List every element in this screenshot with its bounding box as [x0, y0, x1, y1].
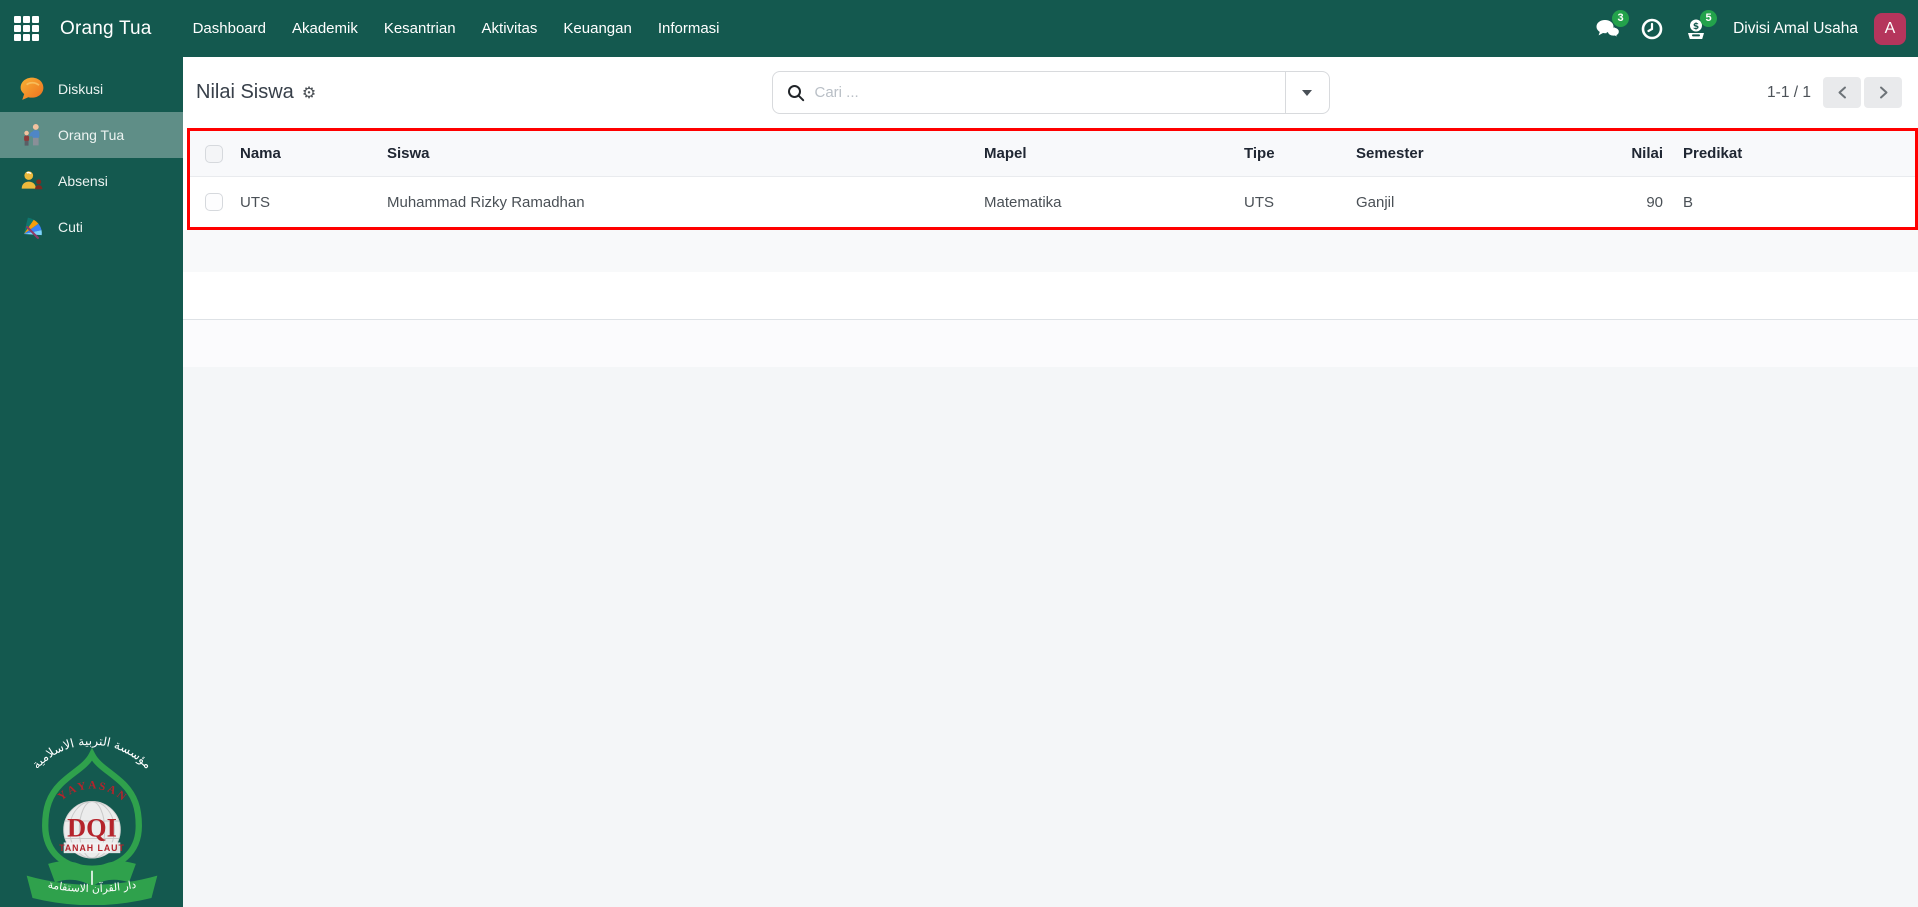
apps-grid-icon[interactable]	[14, 15, 40, 42]
sidebar-item-cuti[interactable]: Cuti	[0, 204, 183, 250]
menu-item-dashboard[interactable]: Dashboard	[180, 0, 279, 57]
column-header-nilai[interactable]: Nilai	[1496, 145, 1663, 162]
sidebar-item-absensi[interactable]: Absensi	[0, 158, 183, 204]
pager-value: 1-1 / 1	[1767, 83, 1811, 101]
chevron-left-icon	[1838, 86, 1846, 99]
column-header-siswa[interactable]: Siswa	[387, 145, 984, 162]
chevron-down-icon	[1302, 89, 1312, 96]
empty-row-stripe	[183, 230, 1918, 272]
cell-tipe[interactable]: UTS	[1244, 194, 1356, 211]
discuss-icon	[20, 77, 44, 100]
cell-nilai[interactable]: 90	[1496, 194, 1663, 211]
row-checkbox[interactable]	[205, 193, 223, 211]
user-menu[interactable]: Divisi Amal Usaha	[1733, 20, 1858, 38]
records-table-highlight: Nama Siswa Mapel Tipe Semester Nilai Pre…	[187, 128, 1918, 230]
svg-text:$: $	[1693, 22, 1699, 32]
sidebar-item-label: Orang Tua	[58, 127, 125, 143]
svg-text:Y A Y A S A N: Y A Y A S A N	[55, 780, 127, 803]
next-page-button[interactable]	[1864, 77, 1902, 108]
column-header-mapel[interactable]: Mapel	[984, 145, 1244, 162]
org-logo: مؤسسة التربية الاسلامية Y A Y A S A N DQ…	[0, 735, 183, 907]
money-activity-icon[interactable]: $ 5	[1679, 9, 1718, 46]
cell-nama[interactable]: UTS	[240, 194, 387, 211]
column-header-tipe[interactable]: Tipe	[1244, 145, 1356, 162]
control-panel: Nilai Siswa ⚙︎ 1-1 / 1	[183, 57, 1918, 128]
clock-icon[interactable]	[1635, 12, 1669, 46]
search-bar	[771, 71, 1330, 114]
select-all-checkbox[interactable]	[205, 144, 223, 163]
sidebar-item-label: Diskusi	[58, 81, 104, 97]
menu-item-informasi[interactable]: Informasi	[645, 0, 733, 57]
search-icon	[787, 84, 805, 102]
parents-icon	[24, 124, 40, 146]
cell-siswa[interactable]: Muhammad Rizky Ramadhan	[387, 194, 984, 211]
timeoff-icon	[23, 217, 42, 239]
messages-icon[interactable]: 3	[1591, 9, 1630, 46]
menu-item-aktivitas[interactable]: Aktivitas	[469, 0, 551, 57]
sidebar-item-label: Cuti	[58, 219, 83, 235]
column-header-semester[interactable]: Semester	[1356, 145, 1496, 162]
column-header-predikat[interactable]: Predikat	[1663, 145, 1915, 162]
empty-row-stripe	[183, 272, 1918, 320]
menu-item-akademik[interactable]: Akademik	[279, 0, 371, 57]
cell-semester[interactable]: Ganjil	[1356, 194, 1496, 211]
sidebar: Diskusi Orang Tua Absensi Cuti مؤسسة الت…	[0, 57, 183, 907]
content-background	[183, 320, 1918, 907]
logo-sub: TANAH LAUT	[59, 843, 125, 853]
chevron-right-icon	[1879, 86, 1887, 99]
column-header-nama[interactable]: Nama	[240, 145, 387, 162]
table-header-row: Nama Siswa Mapel Tipe Semester Nilai Pre…	[190, 131, 1915, 177]
sidebar-item-diskusi[interactable]: Diskusi	[0, 66, 183, 112]
app-brand[interactable]: Orang Tua	[60, 18, 152, 40]
messages-count-badge: 3	[1612, 9, 1630, 27]
sidebar-item-orang-tua[interactable]: Orang Tua	[0, 112, 183, 158]
top-navbar: Orang Tua Dashboard Akademik Kesantrian …	[0, 0, 1918, 57]
search-input[interactable]	[814, 84, 1285, 101]
search-options-button[interactable]	[1284, 72, 1329, 113]
activities-count-badge: 5	[1700, 9, 1718, 27]
cell-mapel[interactable]: Matematika	[984, 194, 1244, 211]
prev-page-button[interactable]	[1823, 77, 1861, 108]
menu-item-kesantrian[interactable]: Kesantrian	[371, 0, 469, 57]
sidebar-item-label: Absensi	[58, 173, 108, 189]
settings-gear-icon[interactable]: ⚙︎	[302, 84, 316, 101]
page-title: Nilai Siswa	[196, 81, 294, 103]
table-row[interactable]: UTS Muhammad Rizky Ramadhan Matematika U…	[190, 177, 1915, 227]
attendance-icon	[21, 171, 43, 190]
main-menu: Dashboard Akademik Kesantrian Aktivitas …	[180, 0, 733, 57]
avatar[interactable]: A	[1874, 12, 1906, 45]
menu-item-keuangan[interactable]: Keuangan	[550, 0, 644, 57]
logo-yayasan: Y A Y A S A N	[55, 780, 127, 803]
cell-predikat[interactable]: B	[1663, 194, 1915, 211]
logo-name: DQI	[67, 814, 117, 843]
